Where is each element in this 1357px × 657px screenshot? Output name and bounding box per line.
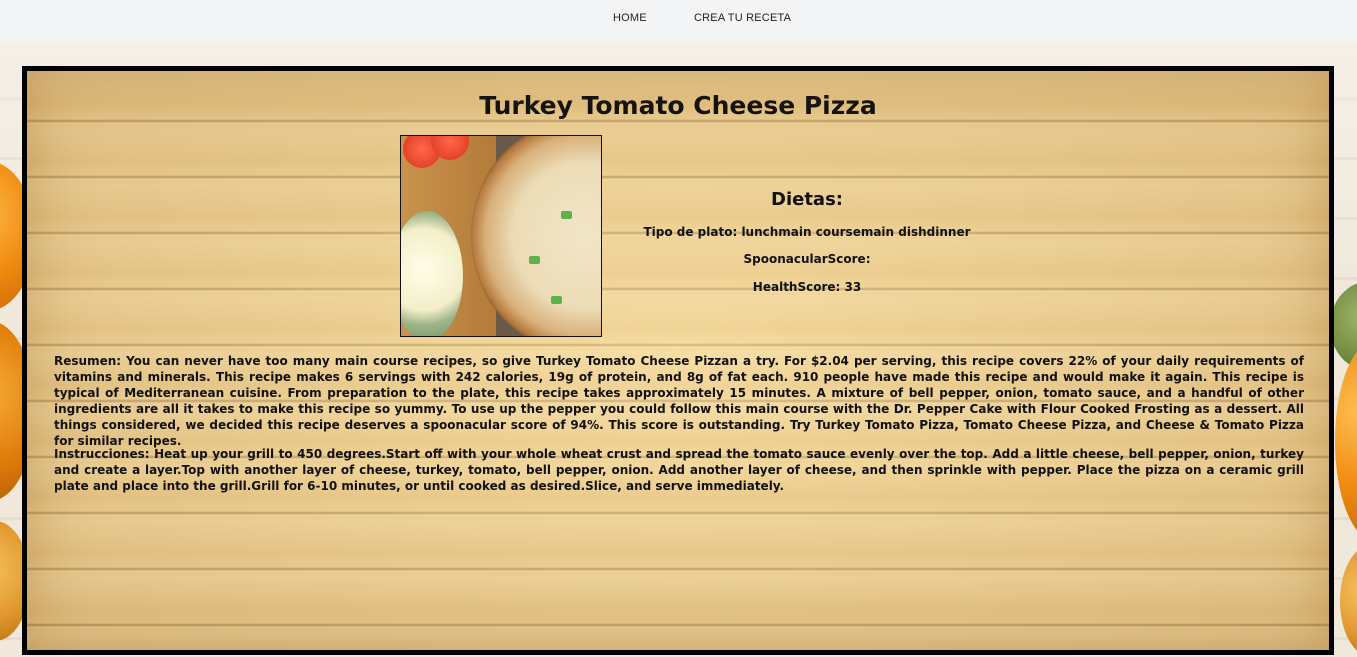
pepper-piece bbox=[551, 296, 562, 304]
recipe-detail-card: Turkey Tomato Cheese Pizza Dietas: Tipo … bbox=[22, 66, 1334, 655]
tipo-de-plato: Tipo de plato: lunchmain coursemain dish… bbox=[643, 225, 971, 239]
pepper-piece bbox=[561, 211, 572, 219]
dietas-heading: Dietas: bbox=[771, 189, 843, 210]
recipe-image bbox=[400, 135, 602, 337]
recipe-instructions: Instrucciones: Heat up your grill to 450… bbox=[54, 447, 1304, 493]
top-nav: HOME CREA TU RECETA bbox=[0, 0, 1357, 42]
pepper-piece bbox=[529, 256, 540, 264]
nav-crea-tu-receta-link[interactable]: CREA TU RECETA bbox=[694, 12, 791, 24]
nav-home-link[interactable]: HOME bbox=[613, 12, 647, 24]
spoonacular-score: SpoonacularScore: bbox=[743, 252, 871, 266]
recipe-title: Turkey Tomato Cheese Pizza bbox=[479, 91, 877, 120]
recipe-summary: Resumen: You can never have too many mai… bbox=[54, 354, 1304, 448]
background-orange bbox=[1335, 341, 1357, 541]
background-orange bbox=[1340, 546, 1357, 656]
health-score: HealthScore: 33 bbox=[752, 280, 862, 294]
